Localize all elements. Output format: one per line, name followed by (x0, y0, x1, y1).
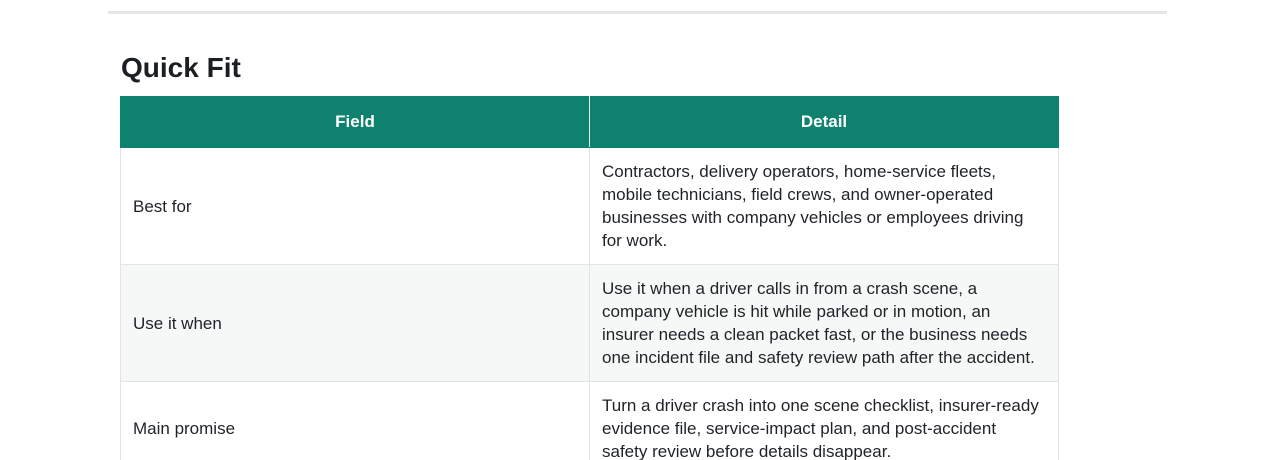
field-cell: Use it when (120, 264, 590, 382)
table-row: Use it when Use it when a driver calls i… (120, 264, 1059, 382)
column-header-detail: Detail (589, 96, 1059, 148)
field-cell: Best for (120, 147, 590, 265)
table-row: Main promise Turn a driver crash into on… (120, 381, 1059, 460)
column-header-field: Field (120, 96, 590, 148)
field-cell: Main promise (120, 381, 590, 460)
table-header-row: Field Detail (120, 96, 1059, 148)
quick-fit-table: Field Detail Best for Contractors, deliv… (120, 96, 1059, 460)
section-title: Quick Fit (121, 52, 241, 83)
top-divider (108, 11, 1167, 14)
table-row: Best for Contractors, delivery operators… (120, 147, 1059, 265)
detail-cell: Use it when a driver calls in from a cra… (589, 264, 1059, 382)
detail-cell: Contractors, delivery operators, home-se… (589, 147, 1059, 265)
detail-cell: Turn a driver crash into one scene check… (589, 381, 1059, 460)
